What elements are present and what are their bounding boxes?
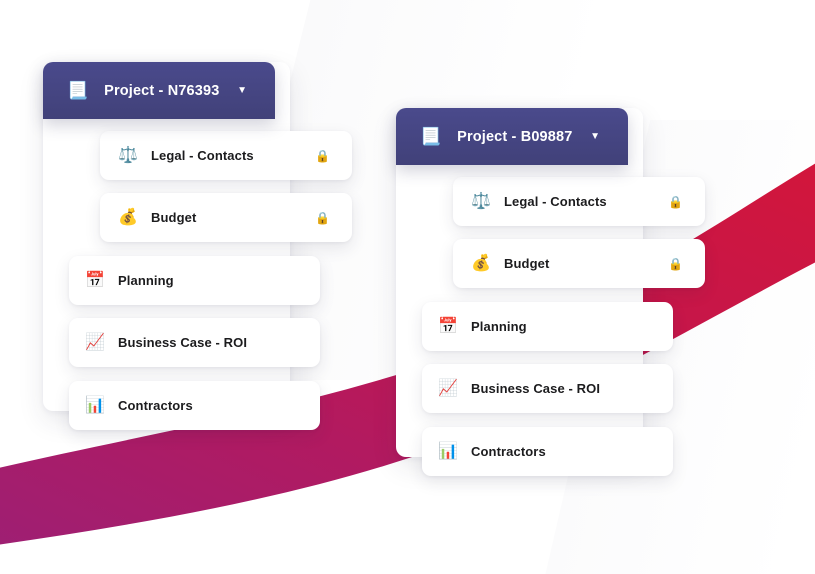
screenshot-canvas: 📃 Project - N76393 ▼ ⚖️ Legal - Contacts… — [0, 0, 815, 574]
list-item-label: Budget — [504, 256, 550, 271]
list-item-planning[interactable]: 📅 Planning — [69, 256, 320, 305]
calendar-icon: 📅 — [438, 317, 458, 335]
list-item-budget[interactable]: 💰 Budget 🔒 — [453, 239, 705, 288]
list-item-business-case-roi[interactable]: 📈 Business Case - ROI — [69, 318, 320, 367]
card-header-b09887[interactable]: 📃 Project - B09887 ▼ — [396, 108, 628, 165]
list-item-legal-contacts[interactable]: ⚖️ Legal - Contacts 🔒 — [100, 131, 352, 180]
list-item-label: Budget — [151, 210, 197, 225]
lock-icon: 🔒 — [315, 148, 330, 163]
chart-increasing-icon: 📈 — [85, 333, 105, 351]
list-item-label: Legal - Contacts — [504, 194, 607, 209]
calendar-icon: 📅 — [85, 271, 105, 289]
list-item-label: Business Case - ROI — [471, 381, 601, 396]
list-item-budget[interactable]: 💰 Budget 🔒 — [100, 193, 352, 242]
list-item-label: Business Case - ROI — [118, 335, 248, 350]
chart-increasing-icon: 📈 — [438, 379, 458, 397]
lock-icon: 🔒 — [668, 256, 683, 271]
lock-icon: 🔒 — [668, 194, 683, 209]
list-item-label: Contractors — [118, 398, 193, 413]
card-header-n76393[interactable]: 📃 Project - N76393 ▼ — [43, 62, 275, 119]
document-page-icon: 📃 — [67, 81, 89, 100]
money-bag-icon: 💰 — [471, 254, 491, 272]
list-item-contractors[interactable]: 📊 Contractors — [422, 427, 673, 476]
document-page-icon: 📃 — [420, 127, 442, 146]
list-item-business-case-roi[interactable]: 📈 Business Case - ROI — [422, 364, 673, 413]
list-item-label: Legal - Contacts — [151, 148, 254, 163]
card-title: Project - N76393 — [104, 82, 220, 99]
balance-scale-icon: ⚖️ — [471, 192, 491, 210]
bar-chart-icon: 📊 — [438, 442, 458, 460]
money-bag-icon: 💰 — [118, 208, 138, 226]
list-item-label: Planning — [471, 319, 527, 334]
chevron-down-icon[interactable]: ▼ — [590, 131, 600, 142]
list-item-label: Planning — [118, 273, 174, 288]
chevron-down-icon[interactable]: ▼ — [237, 85, 247, 96]
lock-icon: 🔒 — [315, 210, 330, 225]
list-item-planning[interactable]: 📅 Planning — [422, 302, 673, 351]
list-item-legal-contacts[interactable]: ⚖️ Legal - Contacts 🔒 — [453, 177, 705, 226]
list-item-contractors[interactable]: 📊 Contractors — [69, 381, 320, 430]
bar-chart-icon: 📊 — [85, 396, 105, 414]
list-item-label: Contractors — [471, 444, 546, 459]
card-title: Project - B09887 — [457, 128, 573, 145]
balance-scale-icon: ⚖️ — [118, 146, 138, 164]
